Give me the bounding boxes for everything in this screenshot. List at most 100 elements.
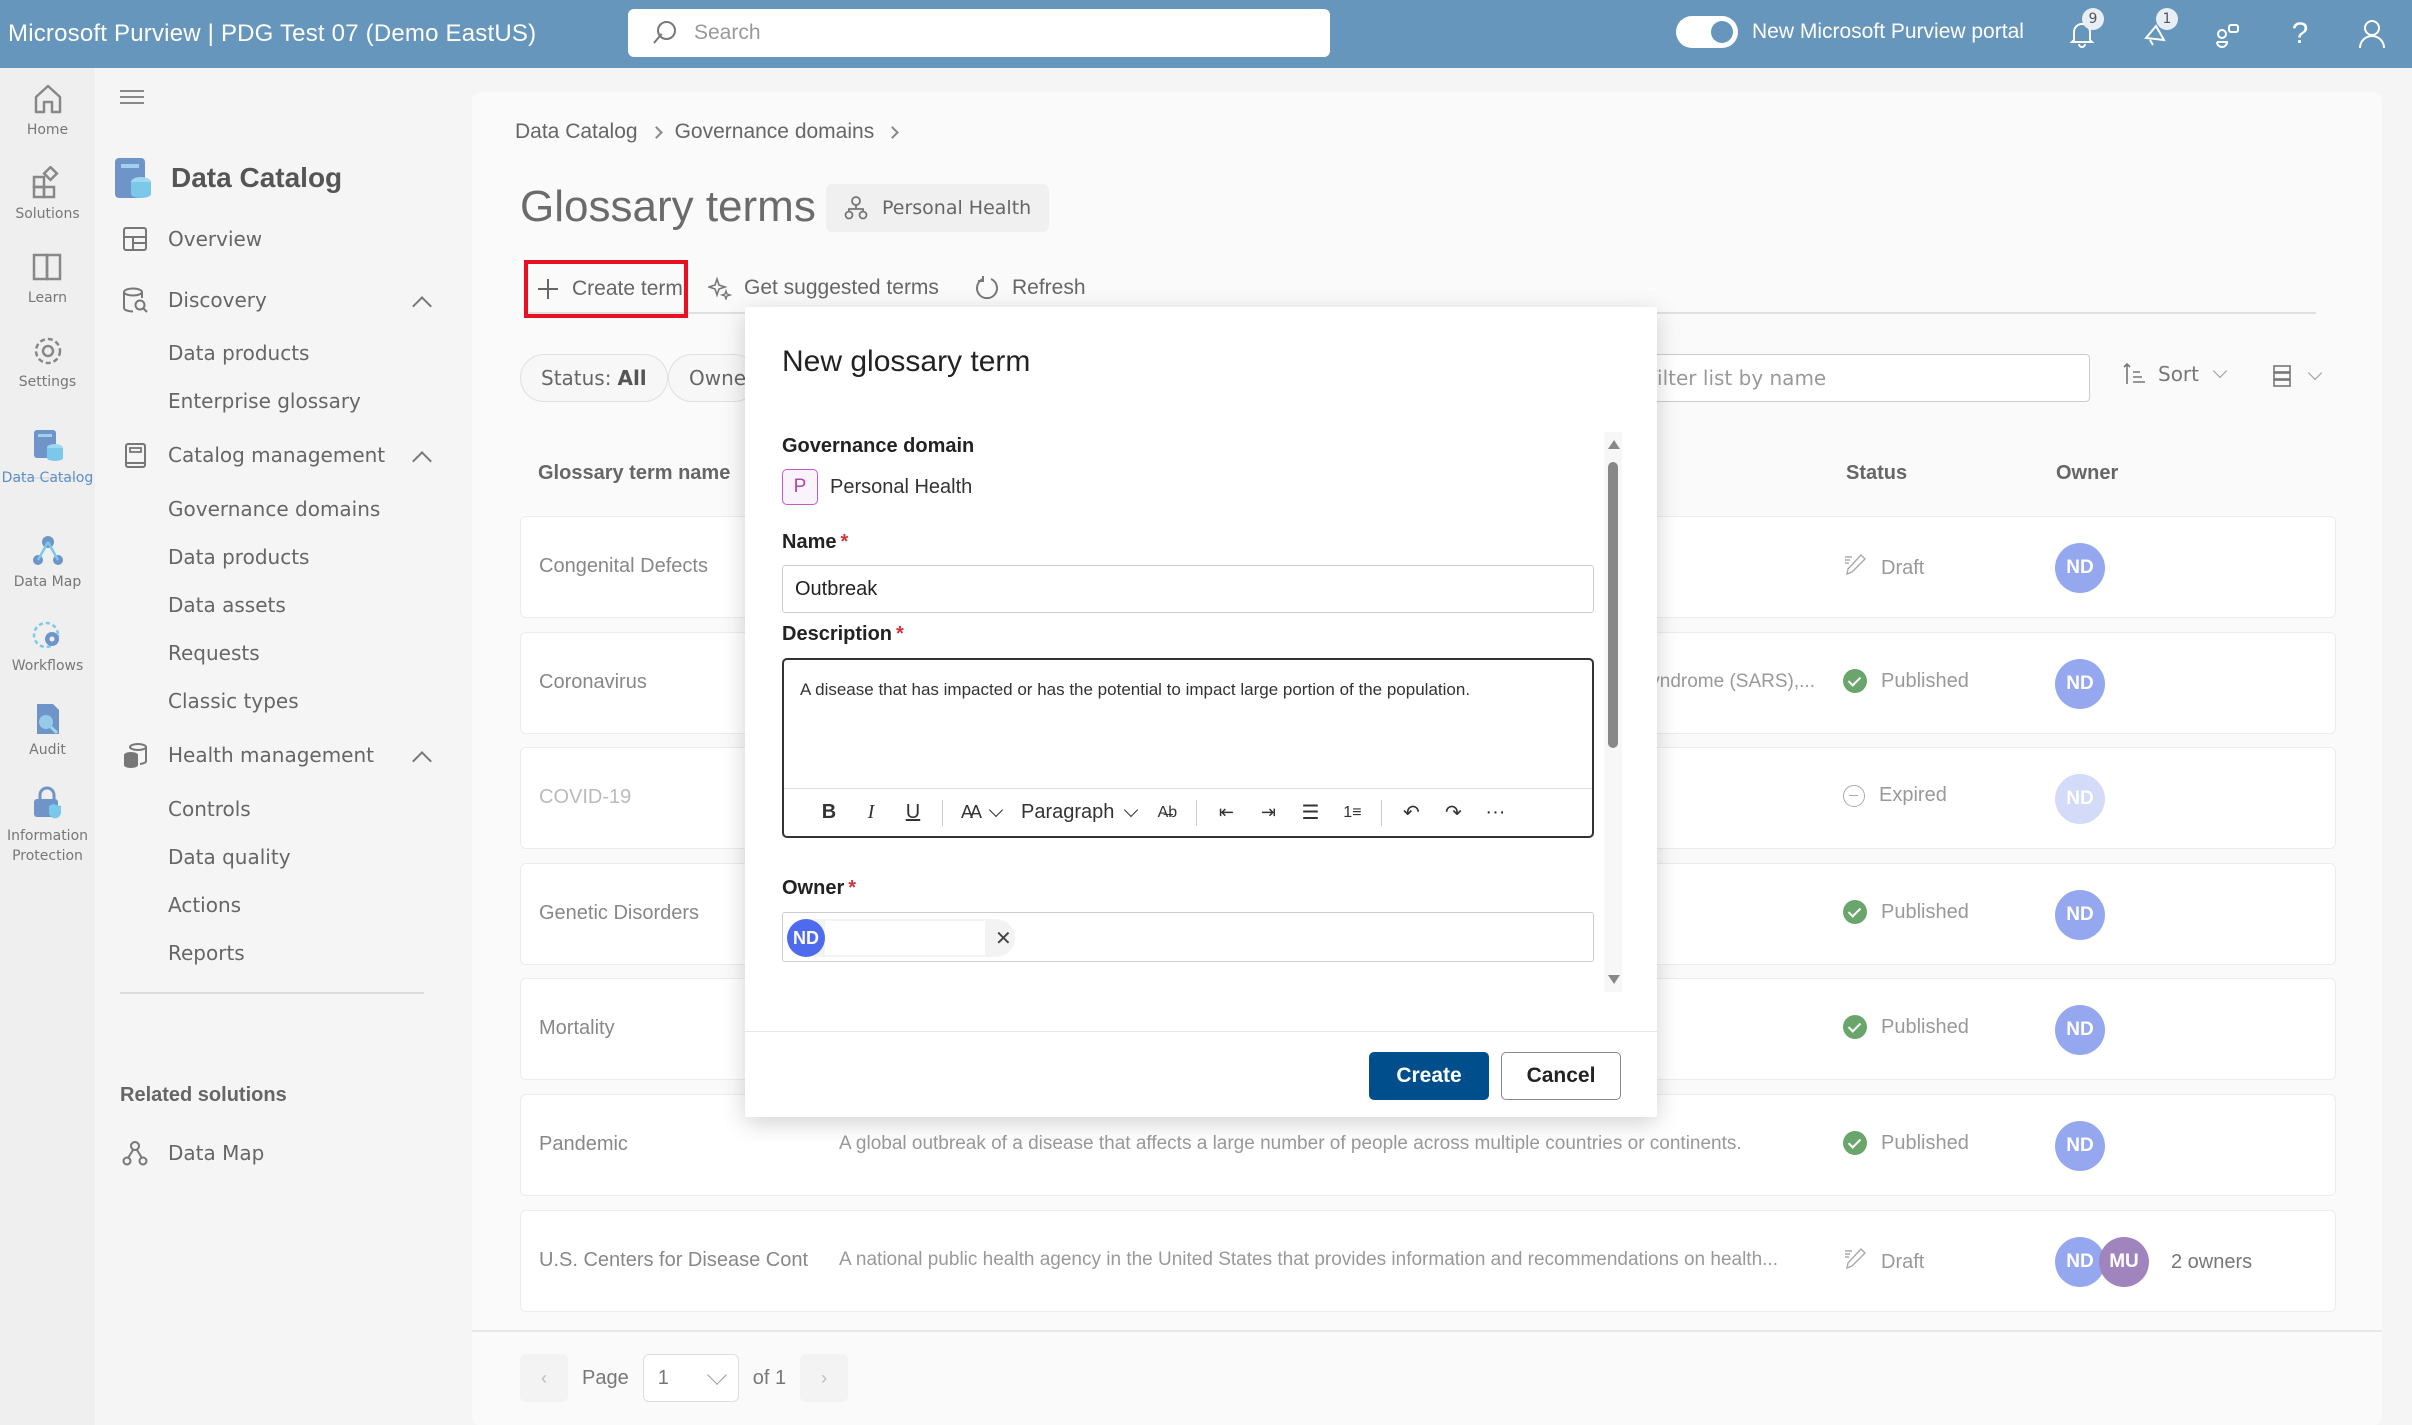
account-button[interactable] [2352,14,2392,54]
domain-chip[interactable]: Personal Health [826,184,1050,232]
avatar[interactable]: ND [2055,1121,2105,1171]
nav-item-enterprise-glossary[interactable]: Enterprise glossary [95,380,435,422]
create-term-button[interactable]: Create term [524,260,688,318]
nav-item-data-quality[interactable]: Data quality [95,836,435,878]
page-select-value: 1 [657,1366,669,1389]
remove-owner-icon[interactable]: ✕ [995,926,1012,951]
rail-item-solutions[interactable]: Solutions [0,165,95,222]
chevron-right-icon [886,125,900,139]
hamburger-menu-icon[interactable] [120,90,144,104]
avatar[interactable]: ND [2055,543,2105,593]
status-filter[interactable]: Status: All [520,354,668,402]
rail-item-data-map[interactable]: Data Map [0,534,95,590]
app-rail: Home Solutions Learn Settings Data Catal… [0,68,95,1425]
rail-item-label: Workflows [11,658,84,674]
chevron-up-icon[interactable] [412,751,432,771]
nav-item-data-products[interactable]: Data products [95,332,435,374]
status-badge: Published [1843,669,1969,693]
increase-indent-icon[interactable]: ⇥ [1247,802,1289,823]
nav-item-label: Governance domains [168,497,381,521]
nav-item-actions[interactable]: Actions [95,884,435,926]
filter-by-name-input[interactable]: Filter list by name [1642,354,2090,402]
nav-item-reports[interactable]: Reports [95,932,435,974]
scrollbar-thumb[interactable] [1608,462,1618,748]
rail-item-audit[interactable]: Audit [0,702,95,758]
table-row[interactable]: U.S. Centers for Disease Cont A national … [520,1210,2336,1312]
scroll-up-arrow-icon[interactable] [1608,440,1620,449]
create-button[interactable]: Create [1369,1052,1489,1100]
chevron-up-icon[interactable] [412,451,432,471]
description-text[interactable]: A disease that has impacted or has the p… [800,680,1470,700]
undo-icon[interactable]: ↶ [1390,800,1432,825]
help-button[interactable]: ? [2280,14,2320,54]
notifications-button[interactable]: 9 [2062,8,2104,54]
domain-initial-badge: P [782,469,818,505]
rail-item-information-protection[interactable]: Information Protection [0,786,95,866]
avatar[interactable]: MU [2099,1237,2149,1287]
underline-button[interactable]: U [892,801,934,824]
nav-item-discovery[interactable]: Discovery [95,279,435,321]
breadcrumb-governance-domains[interactable]: Governance domains [675,120,875,144]
owner-picker[interactable]: ND ✕ [782,912,1594,962]
paragraph-style-button[interactable]: Paragraph [1011,801,1146,824]
column-header-name[interactable]: Glossary term name 1 [538,462,755,485]
get-suggested-terms-button[interactable]: Get suggested terms [708,268,939,308]
rail-item-workflows[interactable]: Workflows [0,618,95,674]
italic-button[interactable]: I [850,801,892,824]
nav-item-health-management[interactable]: Health management [95,734,435,776]
avatar[interactable]: ND [2055,659,2105,709]
new-portal-toggle[interactable] [1676,16,1738,48]
avatar[interactable]: ND [2055,1005,2105,1055]
column-header-owner[interactable]: Owner [2056,462,2118,485]
nav-item-controls[interactable]: Controls [95,788,435,830]
refresh-button[interactable]: Refresh [974,268,1086,308]
numbered-list-icon[interactable]: 1≡ [1331,804,1373,822]
status-filter-prefix: Status: [541,366,612,390]
rail-item-home[interactable]: Home [0,82,95,138]
sort-button[interactable]: Sort [2122,362,2228,386]
data-catalog-icon [31,428,65,462]
nav-item-catalog-management[interactable]: Catalog management [95,434,435,476]
status-badge: Draft [1843,1247,1924,1277]
nav-item-classic-types[interactable]: Classic types [95,680,435,722]
next-page-button[interactable]: › [800,1354,849,1402]
paragraph-style-label: Paragraph [1021,801,1115,823]
more-options-icon[interactable]: ··· [1474,801,1516,824]
avatar[interactable]: ND [2055,890,2105,940]
description-editor[interactable]: A disease that has impacted or has the p… [782,658,1594,838]
avatar[interactable]: ND [2055,1237,2105,1287]
redo-icon[interactable]: ↷ [1432,800,1474,825]
dialog-scrollbar[interactable] [1604,432,1622,992]
chevron-up-icon[interactable] [412,296,432,316]
term-name[interactable]: U.S. Centers for Disease Cont [539,1249,809,1272]
clear-format-icon[interactable]: A̶b [1146,804,1188,822]
name-input[interactable]: Outbreak [782,565,1594,613]
global-search[interactable]: Search [628,9,1330,57]
nav-item-requests[interactable]: Requests [95,632,435,674]
nav-item-governance-domains[interactable]: Governance domains [95,488,435,530]
bold-button[interactable]: B [808,801,850,824]
font-size-button[interactable]: AA [951,802,1011,823]
bulleted-list-icon[interactable]: ☰ [1289,800,1331,825]
nav-item-related-data-map[interactable]: Data Map [95,1132,435,1174]
governance-domain-label: Governance domain [782,435,975,457]
rail-item-settings[interactable]: Settings [0,334,95,390]
rail-item-data-catalog[interactable]: Data Catalog [0,428,95,488]
cancel-button[interactable]: Cancel [1501,1052,1621,1100]
nav-item-data-assets[interactable]: Data assets [95,584,435,626]
previous-page-button[interactable]: ‹ [520,1354,568,1402]
term-name[interactable]: Pandemic [539,1133,809,1156]
view-options-button[interactable] [2272,364,2323,388]
page-select[interactable]: 1 [642,1354,739,1402]
avatar[interactable]: ND [2055,774,2105,824]
announcements-button[interactable]: 1 [2136,8,2178,54]
nav-item-overview[interactable]: Overview [95,218,435,260]
decrease-indent-icon[interactable]: ⇤ [1205,802,1247,823]
breadcrumb-data-catalog[interactable]: Data Catalog [515,120,638,144]
rail-item-learn[interactable]: Learn [0,250,95,306]
scroll-down-arrow-icon[interactable] [1608,975,1620,984]
list-view-icon [2273,365,2291,387]
nav-item-data-products-mgmt[interactable]: Data products [95,536,435,578]
feedback-button[interactable] [2208,14,2248,54]
column-header-status[interactable]: Status [1846,462,1907,485]
